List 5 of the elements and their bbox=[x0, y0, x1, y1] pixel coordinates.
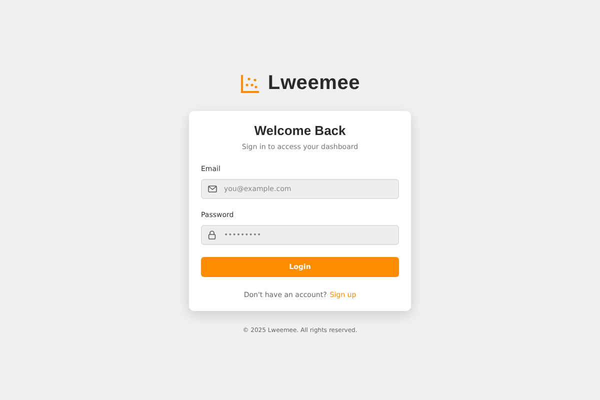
card-title: Welcome Back bbox=[253, 123, 347, 138]
logo-icon bbox=[240, 74, 260, 94]
lock-icon bbox=[208, 230, 216, 240]
brand-name: Lweemee bbox=[268, 72, 360, 95]
mail-icon bbox=[208, 186, 217, 192]
